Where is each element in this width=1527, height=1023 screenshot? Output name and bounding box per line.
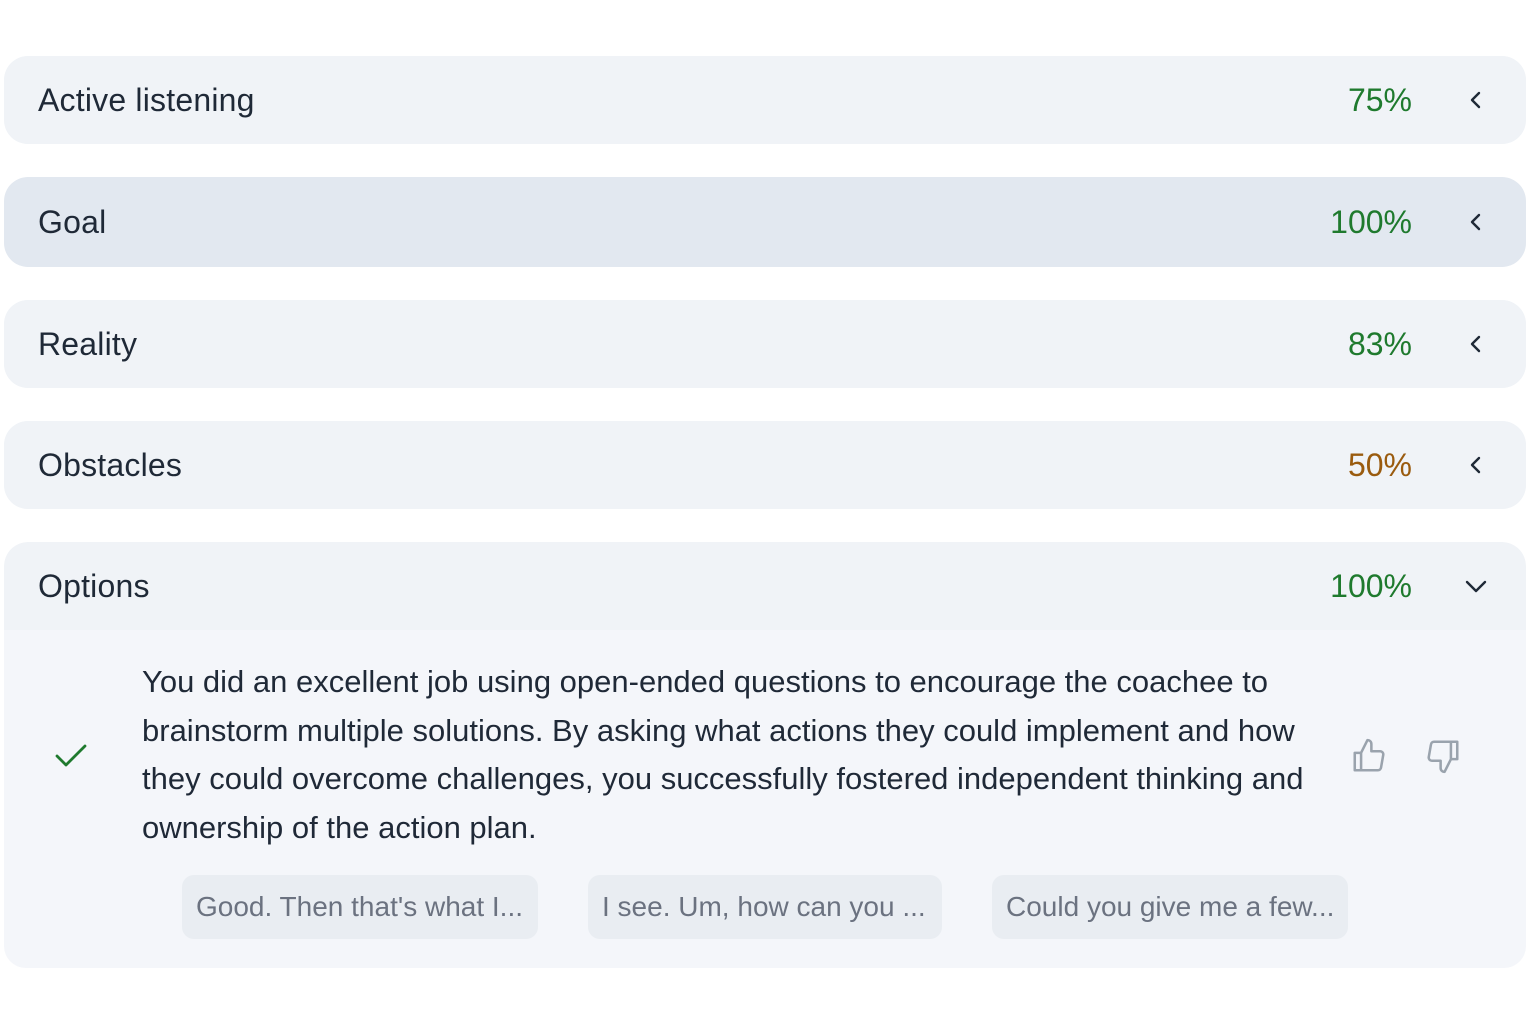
- check-icon: [4, 742, 142, 770]
- section-score: 100%: [1330, 567, 1412, 604]
- section-header-obstacles[interactable]: Obstacles 50%: [4, 421, 1526, 509]
- section-header-goal[interactable]: Goal 100%: [4, 177, 1526, 267]
- section-score: 50%: [1347, 446, 1412, 483]
- section-reality: Reality 83%: [4, 300, 1526, 388]
- feedback-item: You did an excellent job using open-ende…: [4, 660, 1526, 852]
- section-active-listening: Active listening 75%: [4, 56, 1526, 144]
- section-header-active-listening[interactable]: Active listening 75%: [4, 56, 1526, 144]
- section-title: Active listening: [38, 81, 255, 118]
- section-title: Obstacles: [38, 446, 183, 483]
- section-header-reality[interactable]: Reality 83%: [4, 300, 1526, 388]
- section-title: Reality: [38, 325, 138, 362]
- rating-buttons: [1350, 737, 1462, 775]
- section-score: 83%: [1347, 325, 1412, 362]
- excerpt-chip[interactable]: Good. Then that's what I...: [182, 875, 538, 939]
- excerpt-chip[interactable]: Could you give me a few...: [992, 875, 1348, 939]
- thumbs-up-icon[interactable]: [1350, 737, 1388, 775]
- excerpt-chip[interactable]: I see. Um, how can you ...: [588, 875, 942, 939]
- chevron-left-icon: [1460, 328, 1492, 360]
- section-score: 75%: [1347, 81, 1412, 118]
- feedback-text: You did an excellent job using open-ende…: [142, 664, 1304, 845]
- section-score: 100%: [1330, 203, 1412, 240]
- chevron-left-icon: [1460, 84, 1492, 116]
- options-feedback-panel: You did an excellent job using open-ende…: [4, 630, 1526, 968]
- section-header-options[interactable]: Options 100%: [4, 542, 1526, 630]
- chevron-left-icon: [1460, 206, 1492, 238]
- section-goal: Goal 100%: [4, 177, 1526, 267]
- transcript-excerpts: Good. Then that's what I... I see. Um, h…: [4, 875, 1526, 939]
- feedback-accordion: Active listening 75% Goal 100% Reality 8…: [4, 56, 1526, 968]
- section-title: Options: [38, 567, 150, 604]
- thumbs-down-icon[interactable]: [1424, 737, 1462, 775]
- section-obstacles: Obstacles 50%: [4, 421, 1526, 509]
- chevron-left-icon: [1460, 449, 1492, 481]
- chevron-down-icon: [1460, 570, 1492, 602]
- section-options: Options 100% You did an excellent job us…: [4, 542, 1526, 968]
- section-title: Goal: [38, 203, 107, 240]
